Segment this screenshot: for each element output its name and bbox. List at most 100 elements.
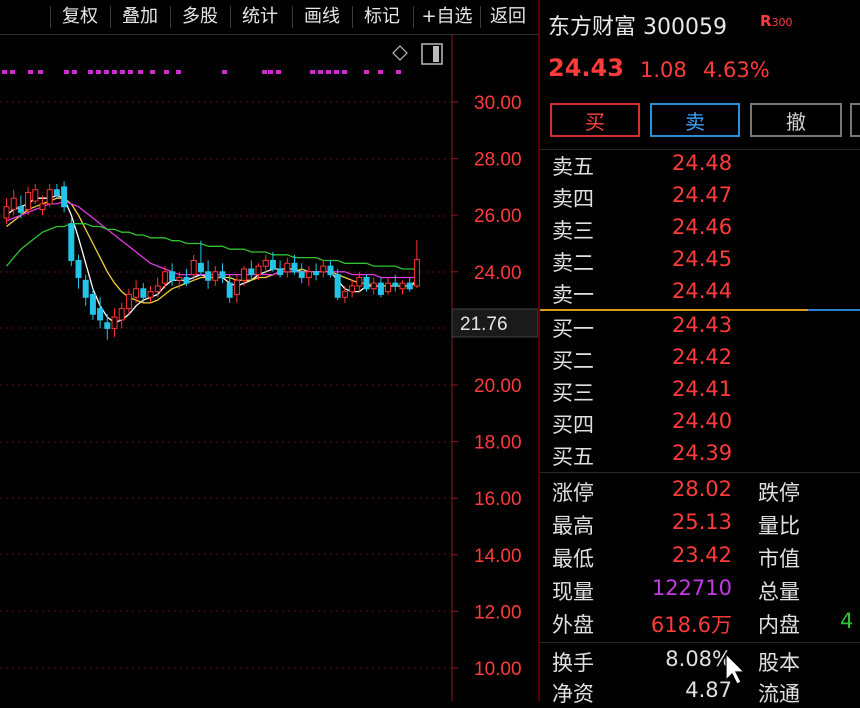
ask-price: 24.47 <box>672 183 733 207</box>
bid-price: 24.43 <box>672 313 733 337</box>
bid-price: 24.41 <box>672 377 733 401</box>
signal-dot <box>364 70 369 74</box>
turnover-label: 换手 <box>552 651 594 675</box>
signal-dot <box>104 70 109 74</box>
crosshair-price-value: 21.76 <box>460 314 508 335</box>
candle-body <box>370 282 377 290</box>
price-tick-label: 28.00 <box>474 150 522 171</box>
bid-row-4: 买四 24.40 <box>540 409 860 440</box>
chart-window-icon[interactable] <box>421 43 443 65</box>
candle-body <box>25 192 32 211</box>
candle-body <box>313 271 320 276</box>
total-volume-label: 总量 <box>758 580 800 604</box>
orderbook-midline-blue <box>808 309 860 311</box>
kline-chart-svg[interactable]: 30.00 28.00 26.00 24.00 20.00 18.00 16.00 14.00… <box>0 35 540 701</box>
bid-label: 买三 <box>552 381 594 405</box>
candle-body <box>284 262 291 273</box>
candle-body <box>104 322 111 329</box>
candle-body <box>3 206 10 219</box>
ask-label: 卖二 <box>552 251 594 275</box>
chart-grid <box>0 101 452 669</box>
signal-dot <box>64 70 69 74</box>
signal-dot <box>96 70 101 74</box>
toolbar-back-button[interactable]: 返回 <box>484 2 532 32</box>
more-button[interactable] <box>850 103 860 137</box>
candle-body <box>75 259 82 278</box>
limit-down-label: 跌停 <box>758 481 800 505</box>
toolbar-statistics-button[interactable]: 统计 <box>234 2 286 32</box>
bid-label: 买二 <box>552 349 594 373</box>
candle-body <box>97 308 104 321</box>
share-capital-label: 股本 <box>758 651 800 675</box>
limit-up-label: 涨停 <box>552 481 594 505</box>
ask-row-2: 卖二 24.45 <box>540 247 860 278</box>
net-asset-label: 净资 <box>552 682 594 706</box>
signal-dot <box>128 70 133 74</box>
toolbar-separator <box>480 6 481 28</box>
price-tick-label: 30.00 <box>474 93 522 114</box>
candle-body <box>46 189 53 205</box>
moving-average-lines <box>6 194 418 324</box>
toolbar-multi-stock-button[interactable]: 多股 <box>174 2 226 32</box>
candle-body <box>262 259 269 267</box>
bid-label: 买一 <box>552 317 594 341</box>
toolbar-mark-button[interactable]: 标记 <box>356 2 408 32</box>
toolbar-separator <box>170 6 171 28</box>
ask-price: 24.44 <box>672 279 733 303</box>
moving-average-line <box>6 223 417 270</box>
signal-dot <box>164 70 169 74</box>
cancel-order-button[interactable]: 撤 <box>750 103 842 137</box>
limit-up-value: 28.02 <box>671 477 732 501</box>
toolbar-draw-line-button[interactable]: 画线 <box>296 2 348 32</box>
net-asset-value: 4.87 <box>685 678 732 702</box>
signal-dot <box>342 70 347 74</box>
high-value: 25.13 <box>671 510 732 534</box>
market-cap-label: 市值 <box>758 547 800 571</box>
candle-body <box>197 262 204 273</box>
kline-chart-area[interactable]: 30.00 28.00 26.00 24.00 20.00 18.00 16.00 14.00… <box>0 35 540 701</box>
signal-dot <box>396 70 401 74</box>
candle-body <box>53 189 60 196</box>
candle-body <box>10 197 17 211</box>
candle-body <box>320 265 327 273</box>
candle-body <box>277 268 284 276</box>
toolbar-add-watchlist-button[interactable]: +自选 <box>416 2 478 32</box>
toolbar-separator <box>50 6 51 28</box>
last-price: 24.43 <box>548 54 624 82</box>
signal-dots-row <box>2 70 401 74</box>
candle-body <box>406 282 413 290</box>
candle-body <box>233 279 240 295</box>
candle-body <box>349 285 356 293</box>
candle-body <box>154 285 161 293</box>
candle-body <box>125 293 132 310</box>
toolbar-separator <box>413 6 414 28</box>
signal-dot <box>310 70 315 74</box>
candle-body <box>334 274 341 298</box>
signal-dot <box>38 70 43 74</box>
moving-average-line <box>6 200 417 279</box>
candle-body <box>205 271 212 281</box>
candle-body <box>305 271 312 278</box>
bid-label: 买五 <box>552 445 594 469</box>
ask-price: 24.48 <box>672 151 733 175</box>
low-label: 最低 <box>552 547 594 571</box>
toolbar-fuquan-button[interactable]: 复权 <box>54 2 106 32</box>
candle-body <box>39 203 46 211</box>
bid-row-1: 买一 24.43 <box>540 313 860 344</box>
price-tick-label: 20.00 <box>474 376 522 397</box>
price-tick-label: 16.00 <box>474 489 522 510</box>
candle-body <box>183 276 190 284</box>
chart-toolbar: 复权 叠加 多股 统计 画线 标记 +自选 返回 <box>0 0 540 34</box>
toolbar-overlay-button[interactable]: 叠加 <box>114 2 166 32</box>
chart-diamond-icon[interactable] <box>392 45 408 61</box>
orderbook-top-divider <box>540 149 860 150</box>
stock-name-code: 东方财富 300059 <box>548 15 727 40</box>
sell-button[interactable]: 卖 <box>650 103 740 137</box>
flag-sub: 300 <box>771 16 793 29</box>
price-tick-label: 18.00 <box>474 433 522 454</box>
signal-dot <box>2 70 7 74</box>
buy-button[interactable]: 买 <box>550 103 640 137</box>
candle-body <box>111 316 118 329</box>
candle-body <box>190 259 197 276</box>
orderbook-midline <box>540 309 808 311</box>
